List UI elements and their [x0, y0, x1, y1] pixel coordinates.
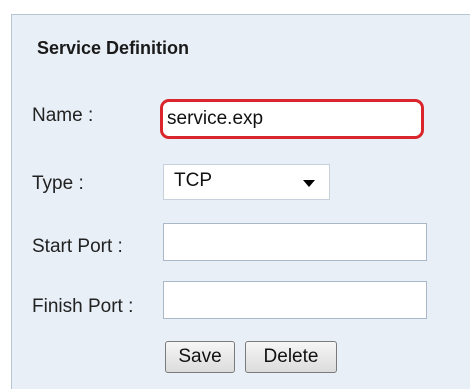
start-port-label: Start Port : [32, 236, 123, 257]
type-label: Type : [32, 173, 84, 194]
finish-port-input[interactable] [163, 281, 427, 319]
type-select-value: TCP [174, 170, 212, 191]
start-port-input[interactable] [163, 223, 427, 261]
caret-down-icon [303, 180, 315, 187]
finish-port-label: Finish Port : [32, 296, 134, 317]
save-button[interactable]: Save [165, 341, 235, 373]
name-label: Name : [32, 105, 94, 126]
section-title: Service Definition [37, 38, 190, 58]
name-input[interactable] [160, 99, 424, 139]
type-select[interactable]: TCP [163, 164, 330, 200]
service-definition-panel: Service Definition Name : Type : TCP Sta… [11, 14, 470, 389]
delete-button[interactable]: Delete [245, 341, 337, 373]
